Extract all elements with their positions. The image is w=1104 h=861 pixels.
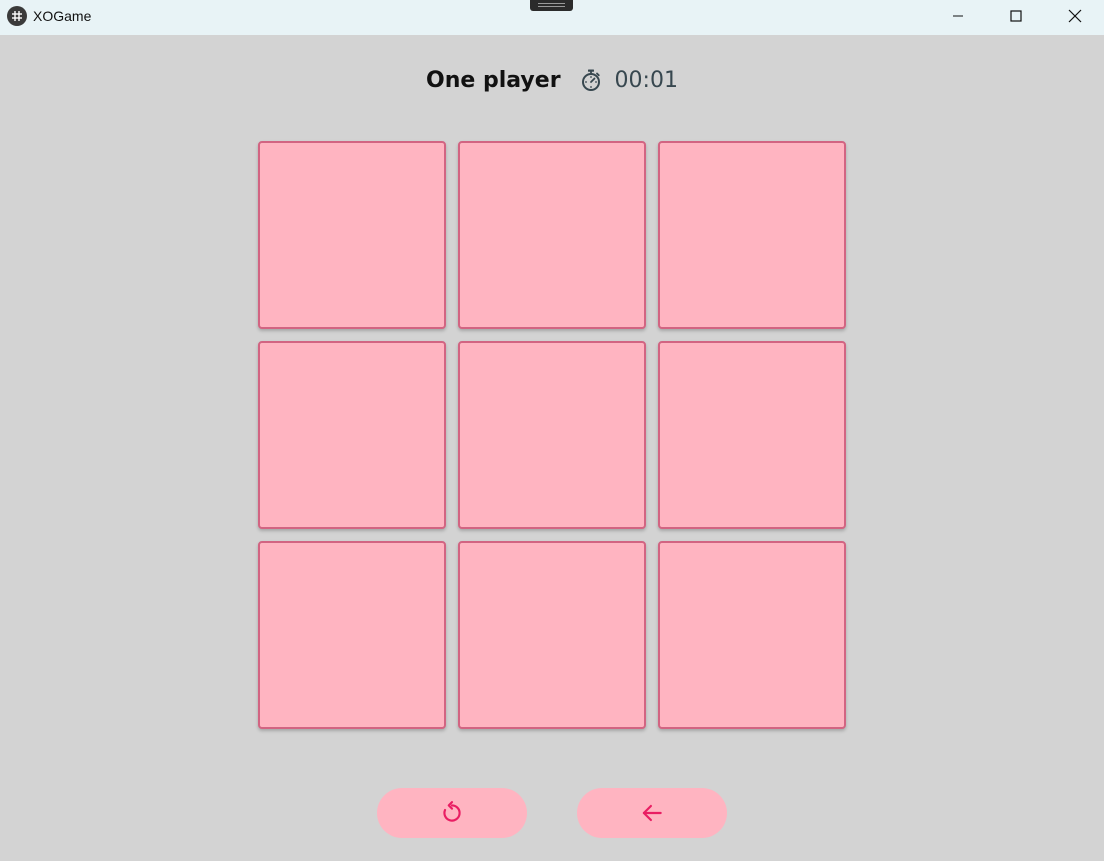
back-button[interactable] bbox=[577, 788, 727, 838]
minimize-button[interactable] bbox=[929, 0, 987, 32]
maximize-button[interactable] bbox=[987, 0, 1045, 32]
game-mode-title: One player bbox=[426, 67, 561, 93]
board-cell-7[interactable] bbox=[258, 541, 446, 729]
board-cell-8[interactable] bbox=[458, 541, 646, 729]
board-cell-9[interactable] bbox=[658, 541, 846, 729]
board-cell-1[interactable] bbox=[258, 141, 446, 329]
minimize-icon bbox=[953, 15, 963, 17]
restart-icon bbox=[443, 801, 461, 822]
title-bar[interactable]: XOGame bbox=[0, 0, 1104, 35]
app-window: XOGame One player 00:01 bbox=[0, 0, 1104, 861]
timer-value: 00:01 bbox=[614, 67, 678, 93]
close-button[interactable] bbox=[1046, 0, 1104, 32]
stopwatch-icon bbox=[579, 68, 603, 92]
close-icon bbox=[1068, 9, 1082, 23]
window-title: XOGame bbox=[33, 8, 92, 24]
drag-handle[interactable] bbox=[530, 0, 573, 11]
app-logo-icon bbox=[7, 6, 27, 26]
arrow-left-icon bbox=[642, 804, 662, 822]
board-cell-3[interactable] bbox=[658, 141, 846, 329]
game-board bbox=[258, 141, 846, 729]
board-cell-2[interactable] bbox=[458, 141, 646, 329]
game-header: One player 00:01 bbox=[0, 60, 1104, 100]
board-cell-6[interactable] bbox=[658, 341, 846, 529]
restart-button[interactable] bbox=[377, 788, 527, 838]
board-cell-4[interactable] bbox=[258, 341, 446, 529]
maximize-icon bbox=[1010, 10, 1022, 22]
board-cell-5[interactable] bbox=[458, 341, 646, 529]
